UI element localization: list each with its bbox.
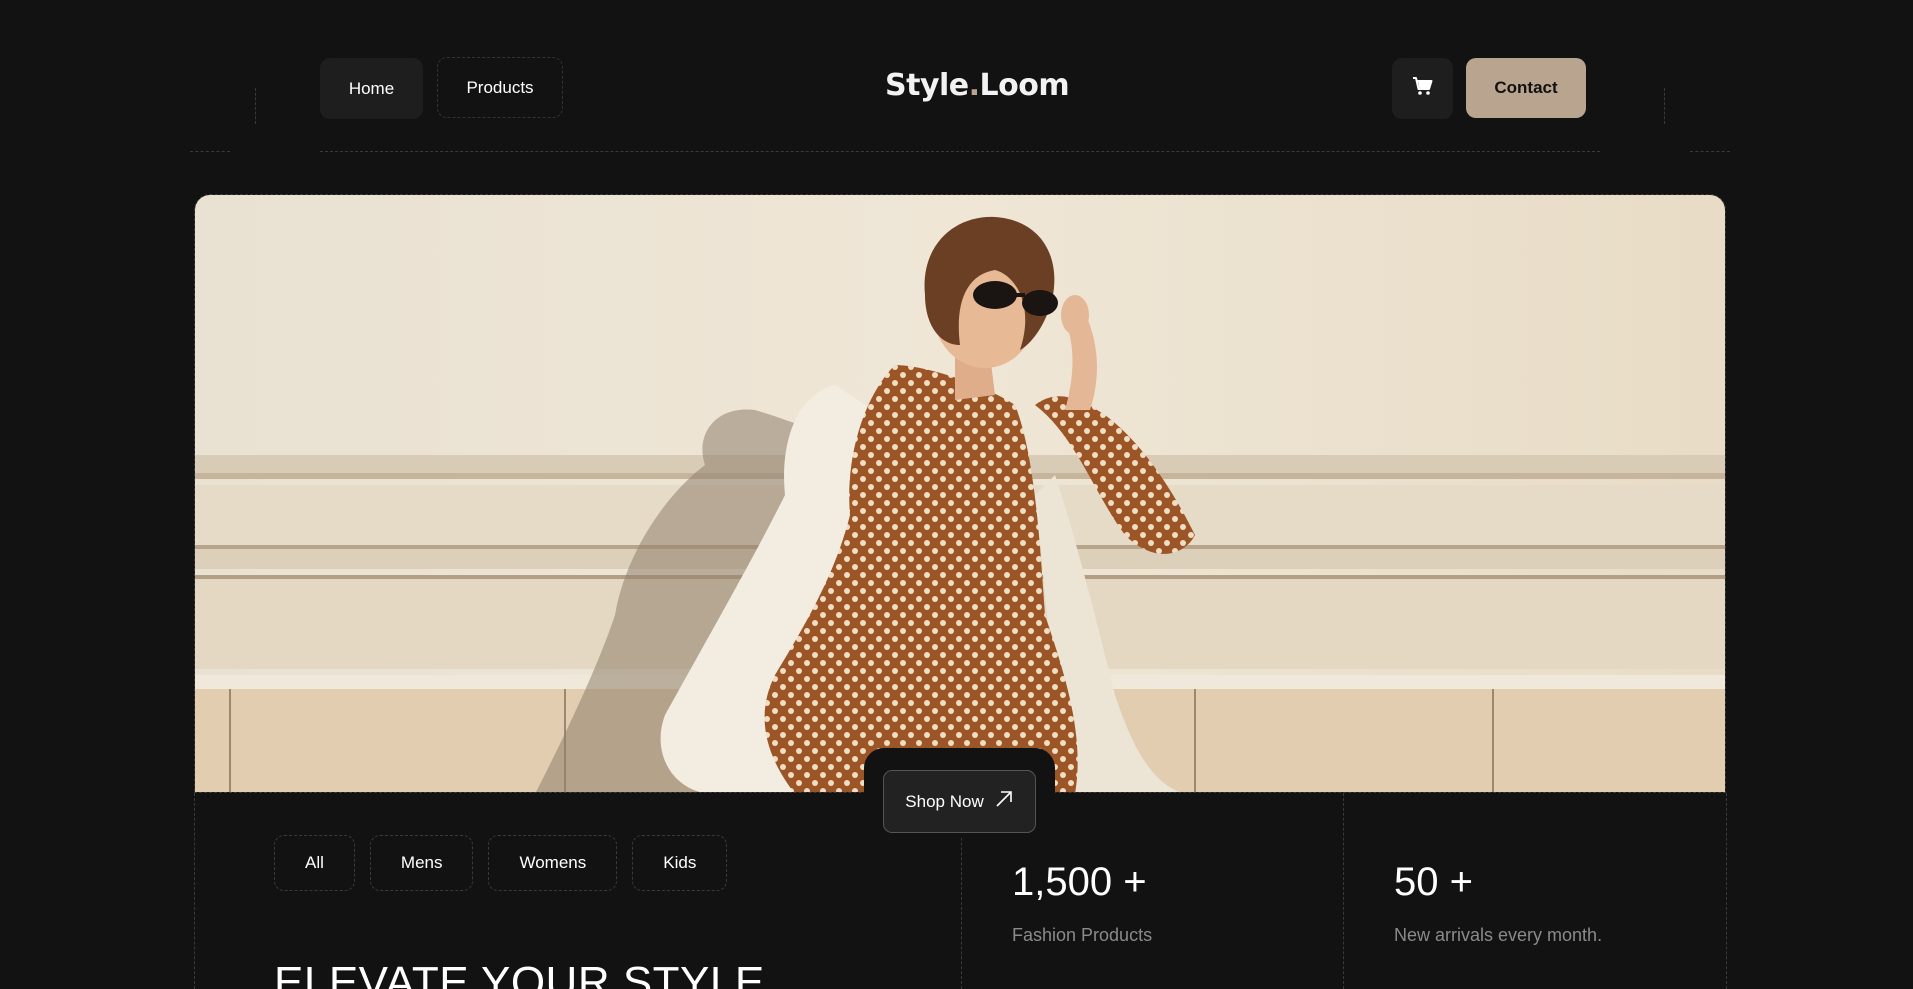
stat-products-label: Fashion Products xyxy=(1012,925,1153,945)
divider-line xyxy=(1664,88,1665,124)
divider-line xyxy=(1343,793,1344,989)
stat-arrivals-value: 50 + xyxy=(1394,860,1473,904)
filter-all[interactable]: All xyxy=(274,835,355,891)
divider-line xyxy=(255,88,256,124)
contact-button[interactable]: Contact xyxy=(1466,58,1586,118)
stat-arrivals-label: New arrivals every month. xyxy=(1394,925,1603,945)
divider-line xyxy=(1726,793,1727,989)
shop-now-label: Shop Now xyxy=(905,791,984,811)
divider-line xyxy=(320,151,1600,152)
arrow-up-right-icon xyxy=(994,789,1014,814)
logo-dot: . xyxy=(968,68,980,103)
shop-now-button[interactable]: Shop Now xyxy=(883,770,1036,833)
site-logo[interactable]: Style.Loom xyxy=(885,68,1070,103)
cart-icon xyxy=(1412,76,1434,101)
nav-products-button[interactable]: Products xyxy=(437,57,563,118)
category-filters: All Mens Womens Kids xyxy=(274,835,728,891)
divider-line xyxy=(1690,151,1730,152)
logo-text-loom: Loom xyxy=(979,68,1070,103)
filter-womens[interactable]: Womens xyxy=(488,835,618,891)
hero-image xyxy=(194,194,1726,793)
logo-text-style: Style xyxy=(885,68,969,103)
filter-mens[interactable]: Mens xyxy=(369,835,474,891)
hero-headline: ELEVATE YOUR STYLE xyxy=(274,958,765,989)
divider-line xyxy=(190,151,230,152)
nav-home-button[interactable]: Home xyxy=(320,58,423,119)
stat-products-value: 1,500 + xyxy=(1012,860,1147,904)
filter-kids[interactable]: Kids xyxy=(632,835,728,891)
cart-button[interactable] xyxy=(1392,58,1453,119)
divider-line xyxy=(194,793,195,989)
